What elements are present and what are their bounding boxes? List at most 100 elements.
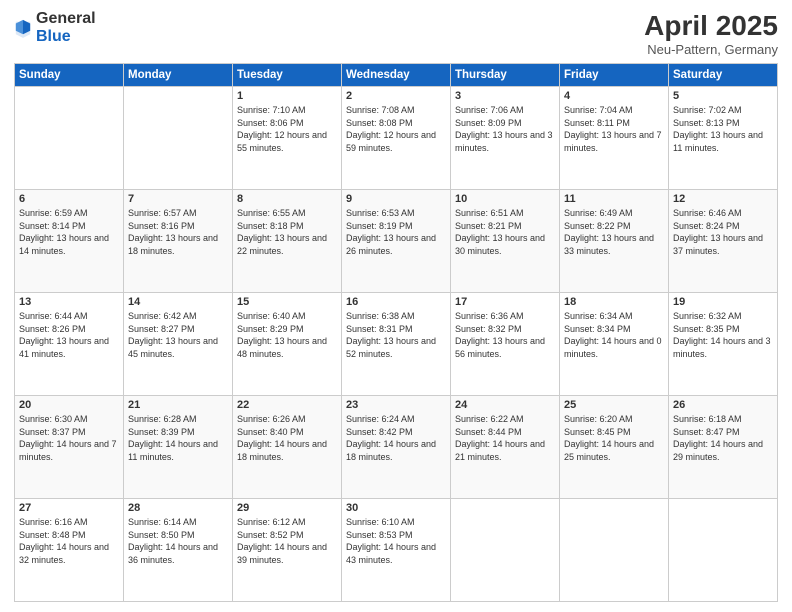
calendar-cell: 19Sunrise: 6:32 AM Sunset: 8:35 PM Dayli… [669, 293, 778, 396]
calendar-cell [124, 87, 233, 190]
page: General Blue April 2025 Neu-Pattern, Ger… [0, 0, 792, 612]
day-number: 30 [346, 502, 446, 514]
day-number: 29 [237, 502, 337, 514]
weekday-header: Thursday [451, 64, 560, 87]
day-number: 5 [673, 90, 773, 102]
day-info: Sunrise: 6:38 AM Sunset: 8:31 PM Dayligh… [346, 310, 446, 360]
day-number: 12 [673, 193, 773, 205]
weekday-header: Friday [560, 64, 669, 87]
day-number: 14 [128, 296, 228, 308]
calendar-cell: 10Sunrise: 6:51 AM Sunset: 8:21 PM Dayli… [451, 190, 560, 293]
calendar-cell: 15 Sunrise: 6:40 AM Sunset: 8:29 PM Dayli… [233, 293, 342, 396]
day-info: Sunrise: 6:42 AM Sunset: 8:27 PM Dayligh… [128, 310, 228, 360]
calendar-cell: 6Sunrise: 6:59 AM Sunset: 8:14 PM Daylig… [15, 190, 124, 293]
calendar-cell: 3Sunrise: 7:06 AM Sunset: 8:09 PM Daylig… [451, 87, 560, 190]
day-number: 2 [346, 90, 446, 102]
calendar-cell: 25Sunrise: 6:20 AM Sunset: 8:45 PM Dayli… [560, 396, 669, 499]
day-number: 1 [237, 90, 337, 102]
day-info: Sunrise: 6:34 AM Sunset: 8:34 PM Dayligh… [564, 310, 664, 360]
calendar-table: SundayMondayTuesdayWednesdayThursdayFrid… [14, 63, 778, 602]
day-info: Sunrise: 7:08 AM Sunset: 8:08 PM Dayligh… [346, 104, 446, 154]
calendar-cell [451, 499, 560, 602]
calendar-cell: 2 Sunrise: 7:08 AM Sunset: 8:08 PM Daylig… [342, 87, 451, 190]
calendar-week-row: 20Sunrise: 6:30 AM Sunset: 8:37 PM Dayli… [15, 396, 778, 499]
day-number: 10 [455, 193, 555, 205]
day-info: Sunrise: 6:46 AM Sunset: 8:24 PM Dayligh… [673, 207, 773, 257]
day-number: 13 [19, 296, 119, 308]
calendar-cell: 27 Sunrise: 6:16 AM Sunset: 8:48 PM Dayli… [15, 499, 124, 602]
main-title: April 2025 [644, 10, 778, 42]
day-info: Sunrise: 6:20 AM Sunset: 8:45 PM Dayligh… [564, 413, 664, 463]
calendar-cell: 29 Sunrise: 6:12 AM Sunset: 8:52 PM Dayli… [233, 499, 342, 602]
day-info: Sunrise: 6:18 AM Sunset: 8:47 PM Dayligh… [673, 413, 773, 463]
day-number: 17 [455, 296, 555, 308]
day-number: 16 [346, 296, 446, 308]
calendar-cell: 30Sunrise: 6:10 AM Sunset: 8:53 PM Dayli… [342, 499, 451, 602]
calendar-week-row: 6Sunrise: 6:59 AM Sunset: 8:14 PM Daylig… [15, 190, 778, 293]
weekday-header: Wednesday [342, 64, 451, 87]
day-info: Sunrise: 6:12 AM Sunset: 8:52 PM Dayligh… [237, 516, 337, 566]
weekday-header: Tuesday [233, 64, 342, 87]
calendar-cell: 12 Sunrise: 6:46 AM Sunset: 8:24 PM Dayli… [669, 190, 778, 293]
calendar-cell: 18 Sunrise: 6:34 AM Sunset: 8:34 PM Dayli… [560, 293, 669, 396]
day-info: Sunrise: 6:40 AM Sunset: 8:29 PM Dayligh… [237, 310, 337, 360]
calendar-cell: 26 Sunrise: 6:18 AM Sunset: 8:47 PM Dayli… [669, 396, 778, 499]
day-info: Sunrise: 6:49 AM Sunset: 8:22 PM Dayligh… [564, 207, 664, 257]
day-info: Sunrise: 6:36 AM Sunset: 8:32 PM Dayligh… [455, 310, 555, 360]
calendar-cell: 1Sunrise: 7:10 AM Sunset: 8:06 PM Daylig… [233, 87, 342, 190]
calendar-cell: 16 Sunrise: 6:38 AM Sunset: 8:31 PM Dayli… [342, 293, 451, 396]
calendar-cell [15, 87, 124, 190]
calendar-cell: 17 Sunrise: 6:36 AM Sunset: 8:32 PM Dayli… [451, 293, 560, 396]
title-block: April 2025 Neu-Pattern, Germany [644, 10, 778, 57]
weekday-header: Sunday [15, 64, 124, 87]
day-number: 23 [346, 399, 446, 411]
subtitle: Neu-Pattern, Germany [644, 42, 778, 57]
day-number: 7 [128, 193, 228, 205]
day-info: Sunrise: 7:02 AM Sunset: 8:13 PM Dayligh… [673, 104, 773, 154]
day-info: Sunrise: 6:53 AM Sunset: 8:19 PM Dayligh… [346, 207, 446, 257]
day-info: Sunrise: 7:04 AM Sunset: 8:11 PM Dayligh… [564, 104, 664, 154]
day-number: 26 [673, 399, 773, 411]
day-number: 19 [673, 296, 773, 308]
calendar-cell: 22 Sunrise: 6:26 AM Sunset: 8:40 PM Dayli… [233, 396, 342, 499]
calendar-cell: 14 Sunrise: 6:42 AM Sunset: 8:27 PM Dayli… [124, 293, 233, 396]
day-number: 9 [346, 193, 446, 205]
day-number: 18 [564, 296, 664, 308]
logo: General Blue [14, 10, 96, 45]
calendar-cell: 4 Sunrise: 7:04 AM Sunset: 8:11 PM Daylig… [560, 87, 669, 190]
calendar-cell: 24Sunrise: 6:22 AM Sunset: 8:44 PM Dayli… [451, 396, 560, 499]
calendar-cell: 20Sunrise: 6:30 AM Sunset: 8:37 PM Dayli… [15, 396, 124, 499]
calendar-header: SundayMondayTuesdayWednesdayThursdayFrid… [15, 64, 778, 87]
day-info: Sunrise: 6:26 AM Sunset: 8:40 PM Dayligh… [237, 413, 337, 463]
calendar-cell: 23Sunrise: 6:24 AM Sunset: 8:42 PM Dayli… [342, 396, 451, 499]
day-number: 15 [237, 296, 337, 308]
logo-general: General [36, 10, 96, 28]
day-info: Sunrise: 6:14 AM Sunset: 8:50 PM Dayligh… [128, 516, 228, 566]
day-info: Sunrise: 6:16 AM Sunset: 8:48 PM Dayligh… [19, 516, 119, 566]
header: General Blue April 2025 Neu-Pattern, Ger… [14, 10, 778, 57]
day-info: Sunrise: 6:22 AM Sunset: 8:44 PM Dayligh… [455, 413, 555, 463]
day-info: Sunrise: 6:55 AM Sunset: 8:18 PM Dayligh… [237, 207, 337, 257]
weekday-row: SundayMondayTuesdayWednesdayThursdayFrid… [15, 64, 778, 87]
calendar-cell: 5 Sunrise: 7:02 AM Sunset: 8:13 PM Daylig… [669, 87, 778, 190]
day-number: 22 [237, 399, 337, 411]
day-info: Sunrise: 6:44 AM Sunset: 8:26 PM Dayligh… [19, 310, 119, 360]
day-number: 4 [564, 90, 664, 102]
logo-text: General Blue [36, 10, 96, 45]
calendar-cell [560, 499, 669, 602]
day-number: 27 [19, 502, 119, 514]
day-number: 21 [128, 399, 228, 411]
day-info: Sunrise: 6:30 AM Sunset: 8:37 PM Dayligh… [19, 413, 119, 463]
logo-icon [14, 18, 32, 38]
calendar-cell: 7Sunrise: 6:57 AM Sunset: 8:16 PM Daylig… [124, 190, 233, 293]
calendar-week-row: 13 Sunrise: 6:44 AM Sunset: 8:26 PM Dayli… [15, 293, 778, 396]
calendar-cell: 28Sunrise: 6:14 AM Sunset: 8:50 PM Dayli… [124, 499, 233, 602]
day-number: 11 [564, 193, 664, 205]
calendar-cell: 8Sunrise: 6:55 AM Sunset: 8:18 PM Daylig… [233, 190, 342, 293]
day-number: 6 [19, 193, 119, 205]
weekday-header: Monday [124, 64, 233, 87]
calendar-body: 1Sunrise: 7:10 AM Sunset: 8:06 PM Daylig… [15, 87, 778, 602]
calendar-week-row: 27 Sunrise: 6:16 AM Sunset: 8:48 PM Dayli… [15, 499, 778, 602]
calendar-cell: 21Sunrise: 6:28 AM Sunset: 8:39 PM Dayli… [124, 396, 233, 499]
logo-blue: Blue [36, 28, 96, 46]
